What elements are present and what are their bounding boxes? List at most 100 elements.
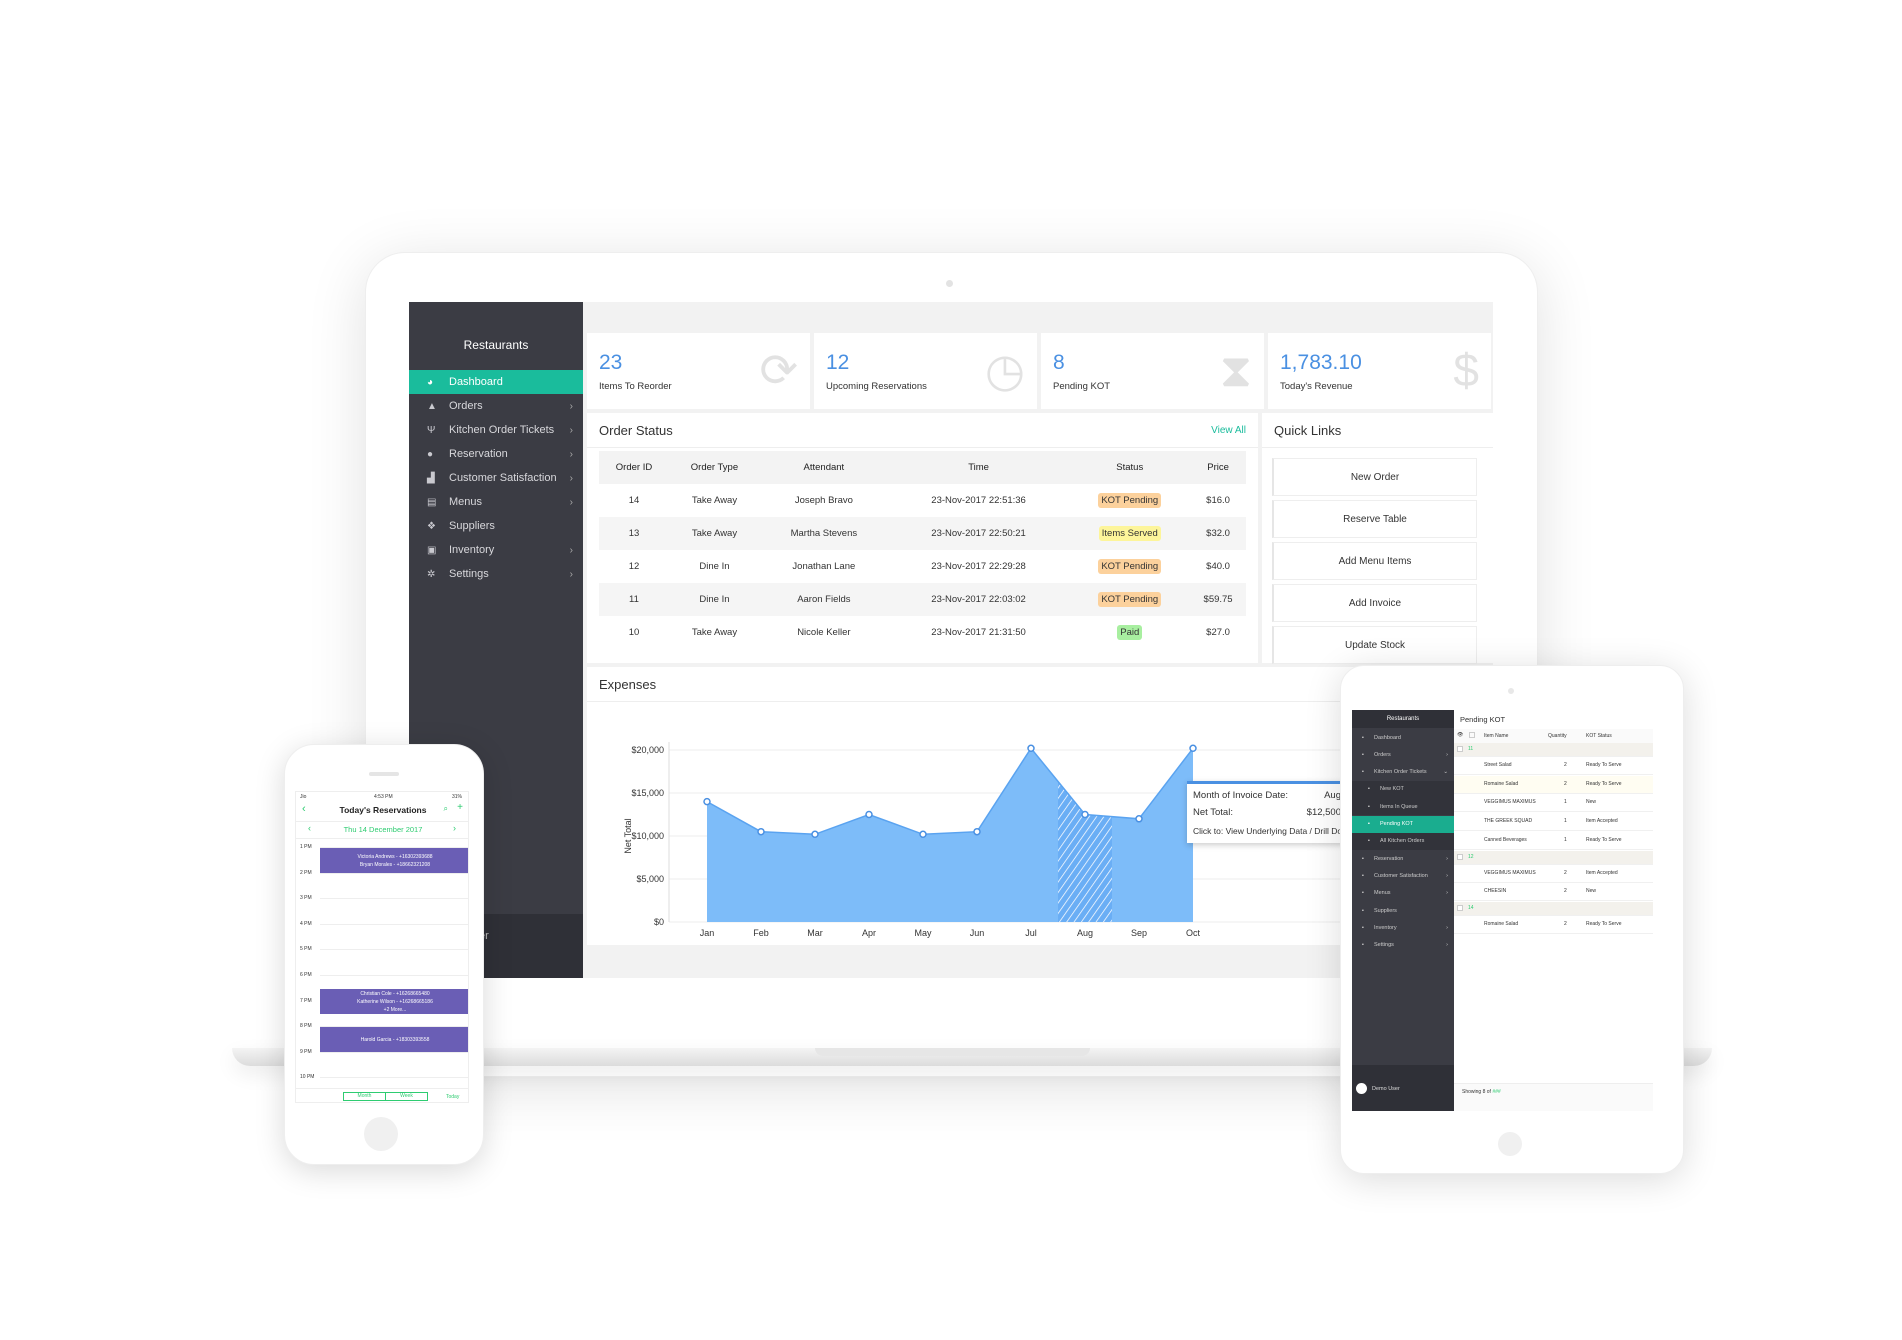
item-quantity: 2 [1564, 780, 1567, 787]
prev-day-icon[interactable]: ‹ [308, 823, 311, 833]
nav-label: Pending KOT [1380, 821, 1414, 827]
phone-date: Thu 14 December 2017 [343, 825, 423, 834]
group-checkbox[interactable] [1457, 904, 1463, 911]
tablet-nav-all-kitchen-orders[interactable]: ▪ All Kitchen Orders [1352, 832, 1454, 850]
kot-group-row[interactable]: 12 [1454, 850, 1653, 865]
kot-item-row[interactable]: THE GREEK SQUAD 1 Item Accepted [1454, 813, 1653, 832]
x-tick-label: May [914, 928, 932, 938]
tablet-nav-settings[interactable]: ▪ Settings › [1352, 937, 1454, 954]
nav-label: Settings [1374, 942, 1394, 949]
reservation-block[interactable]: Harold Garcia - +18303393558 [320, 1027, 468, 1052]
back-icon[interactable]: ‹ [302, 803, 306, 815]
chevron-icon: › [1446, 942, 1448, 949]
column-item-name[interactable]: Item Name [1484, 733, 1508, 739]
tablet-nav-menus[interactable]: ▪ Menus › [1352, 885, 1454, 902]
data-point[interactable] [1027, 744, 1035, 753]
nav-label: Suppliers [1374, 907, 1397, 914]
y-tick-label: $20,000 [631, 745, 664, 755]
data-point[interactable] [757, 827, 765, 836]
nav-icon: ▪ [1362, 872, 1364, 879]
x-tick-label: Jul [1025, 928, 1037, 938]
tablet-nav-customer-satisfaction[interactable]: ▪ Customer Satisfaction › [1352, 867, 1454, 884]
tab-month[interactable]: Month [343, 1092, 386, 1101]
item-quantity: 1 [1564, 818, 1567, 825]
y-tick-label: $10,000 [631, 831, 664, 841]
item-status: New [1586, 799, 1597, 806]
tablet-nav-items-in-queue[interactable]: ▪ Items In Queue [1352, 798, 1454, 816]
data-point[interactable] [973, 827, 981, 836]
reservation-line: Katherine Wilson - +16268665186 [357, 998, 433, 1005]
nav-label: Items In Queue [1380, 803, 1418, 810]
chevron-icon: › [1446, 855, 1448, 862]
tablet-user[interactable]: Demo User [1372, 1086, 1400, 1092]
y-tick-label: $0 [654, 917, 664, 927]
tooltip-hint[interactable]: Click to: View Underlying Data / Drill D… [1193, 826, 1348, 836]
group-id: 11 [1468, 746, 1474, 752]
kot-item-row[interactable]: CHEESIN 2 New [1454, 883, 1653, 902]
y-axis-label: Net Total [623, 818, 633, 853]
chevron-icon: › [1446, 872, 1448, 879]
laptop-camera [946, 280, 953, 287]
nav-label: Menus [1374, 890, 1391, 897]
item-name: Street Salad [1484, 762, 1512, 768]
kot-item-row[interactable]: Street Salad 2 Ready To Serve [1454, 757, 1653, 775]
group-checkbox[interactable] [1457, 853, 1463, 860]
data-point[interactable] [1189, 744, 1197, 753]
tablet-nav-inventory[interactable]: ▪ Inventory › [1352, 919, 1454, 936]
reservation-line: Victoria Andrews - +16302393688 [357, 853, 433, 860]
column-kot-status[interactable]: KOT Status [1586, 733, 1612, 739]
x-tick-label: Jan [700, 928, 715, 938]
tablet-sidebar: Restaurants ▪ Dashboard ▪ Orders › ▪ Kitchen O… [1352, 710, 1454, 1111]
nav-icon: ▪ [1362, 855, 1364, 862]
item-status: Ready To Serve [1586, 836, 1622, 843]
phone-title: Today's Reservations [339, 805, 427, 815]
tablet-nav-dashboard[interactable]: ▪ Dashboard [1352, 729, 1454, 746]
x-tick-label: Aug [1077, 928, 1093, 938]
reservation-block[interactable]: Christian Cole - +16268665480 Katherine W… [320, 989, 468, 1014]
tablet-nav-pending-kot[interactable]: ▪ Pending KOT [1352, 815, 1454, 833]
column-quantity[interactable]: Quantity [1548, 733, 1567, 739]
group-checkbox[interactable] [1457, 746, 1463, 752]
hour-label: 10 PM [300, 1074, 315, 1081]
tablet-nav-new-kot[interactable]: ▪ New KOT [1352, 780, 1454, 798]
tablet-nav-kitchen-order-tickets[interactable]: ▪ Kitchen Order Tickets ⌄ [1352, 764, 1454, 781]
select-all-checkbox[interactable] [1469, 732, 1475, 738]
reservation-line: Christian Cole - +16268665480 [360, 990, 430, 997]
tab-week[interactable]: Week [385, 1092, 428, 1101]
tablet-nav-orders[interactable]: ▪ Orders › [1352, 746, 1454, 763]
kot-group-row[interactable]: 14 [1454, 901, 1653, 916]
nav-icon: ▪ [1362, 769, 1364, 776]
data-point[interactable] [703, 797, 711, 806]
data-point[interactable] [1081, 810, 1089, 819]
total-count: ### [1492, 1089, 1501, 1095]
item-quantity: 2 [1564, 888, 1567, 895]
data-point[interactable] [1135, 815, 1143, 823]
kot-item-row[interactable]: Romaine Salad 2 Ready To Serve [1454, 775, 1653, 794]
search-icon[interactable]: ⌕ [444, 804, 448, 814]
tablet-nav-suppliers[interactable]: ▪ Suppliers [1352, 902, 1454, 919]
tablet-nav-reservation[interactable]: ▪ Reservation › [1352, 850, 1454, 867]
today-button[interactable]: Today [446, 1094, 459, 1100]
x-tick-label: Feb [753, 928, 769, 938]
item-quantity: 2 [1564, 762, 1567, 768]
kot-item-row[interactable]: Canned Beverages 1 Ready To Serve [1454, 832, 1653, 850]
hour-label: 1 PM [300, 844, 312, 850]
data-point[interactable] [865, 810, 873, 819]
kot-item-row[interactable]: Romaine Salad 2 Ready To Serve [1454, 916, 1653, 934]
next-day-icon[interactable]: › [453, 823, 456, 833]
item-status: Item Accepted [1586, 818, 1618, 825]
kot-item-row[interactable]: VEGGIMUS MAXIMUS 1 New [1454, 794, 1653, 813]
y-tick-label: $15,000 [631, 788, 664, 798]
item-name: THE GREEK SQUAD [1484, 818, 1533, 825]
reservation-block[interactable]: Victoria Andrews - +16302393688 Bryan Mor… [320, 848, 468, 873]
eye-icon[interactable]: 👁 [1457, 732, 1463, 738]
tablet-home-button [1498, 1132, 1522, 1156]
kot-item-row[interactable]: VEGGIMUS MAXIMUS 2 Item Accepted [1454, 865, 1653, 883]
data-point[interactable] [919, 830, 927, 839]
clock: 4:53 PM [374, 794, 393, 800]
avatar [1356, 1083, 1367, 1094]
add-icon[interactable]: + [457, 802, 463, 813]
x-tick-label: Sep [1131, 928, 1147, 938]
data-point[interactable] [811, 830, 819, 839]
kot-group-row[interactable]: 11 [1454, 743, 1653, 757]
